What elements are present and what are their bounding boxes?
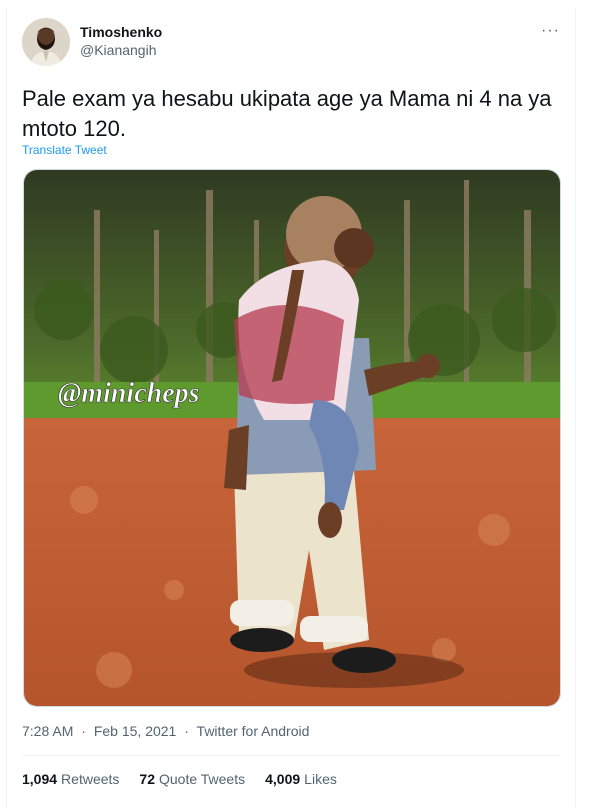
divider: [22, 755, 560, 756]
meta-separator: ·: [184, 723, 189, 739]
likes-count: 4,009: [265, 771, 301, 787]
meta-separator: ·: [81, 723, 86, 739]
more-horizontal-icon[interactable]: ···: [541, 22, 560, 40]
translate-tweet-link[interactable]: Translate Tweet: [22, 143, 107, 157]
author-names: Timoshenko @Kianangih: [80, 23, 162, 60]
retweets-stat[interactable]: 1,094 Retweets: [22, 771, 119, 787]
quote-tweets-stat[interactable]: 72 Quote Tweets: [139, 771, 245, 787]
avatar[interactable]: [22, 18, 70, 66]
engagement-stats: 1,094 Retweets 72 Quote Tweets 4,009 Likes: [22, 771, 337, 787]
tweet-photo[interactable]: @minicheps: [23, 169, 561, 707]
display-name[interactable]: Timoshenko: [80, 23, 162, 41]
tweet-date[interactable]: Feb 15, 2021: [94, 723, 177, 739]
photo-scene: @minicheps: [24, 170, 560, 706]
tweet-text: Pale exam ya hesabu ukipata age ya Mama …: [22, 86, 552, 141]
retweets-label: Retweets: [61, 771, 120, 787]
likes-stat[interactable]: 4,009 Likes: [265, 771, 337, 787]
quote-tweets-label: Quote Tweets: [158, 771, 246, 787]
photo-watermark: @minicheps: [58, 378, 200, 409]
tweet-header: Timoshenko @Kianangih ···: [22, 18, 560, 66]
quote-tweets-count: 72: [139, 771, 155, 787]
likes-label: Likes: [304, 771, 337, 787]
tweet-source[interactable]: Twitter for Android: [197, 723, 310, 739]
retweets-count: 1,094: [22, 771, 58, 787]
user-handle[interactable]: @Kianangih: [80, 41, 162, 60]
avatar-image: [22, 18, 70, 66]
tweet-time[interactable]: 7:28 AM: [22, 723, 73, 739]
tweet-card: Timoshenko @Kianangih ··· Pale exam ya h…: [6, 8, 576, 808]
tweet-meta: 7:28 AM · Feb 15, 2021 · Twitter for And…: [22, 723, 309, 739]
